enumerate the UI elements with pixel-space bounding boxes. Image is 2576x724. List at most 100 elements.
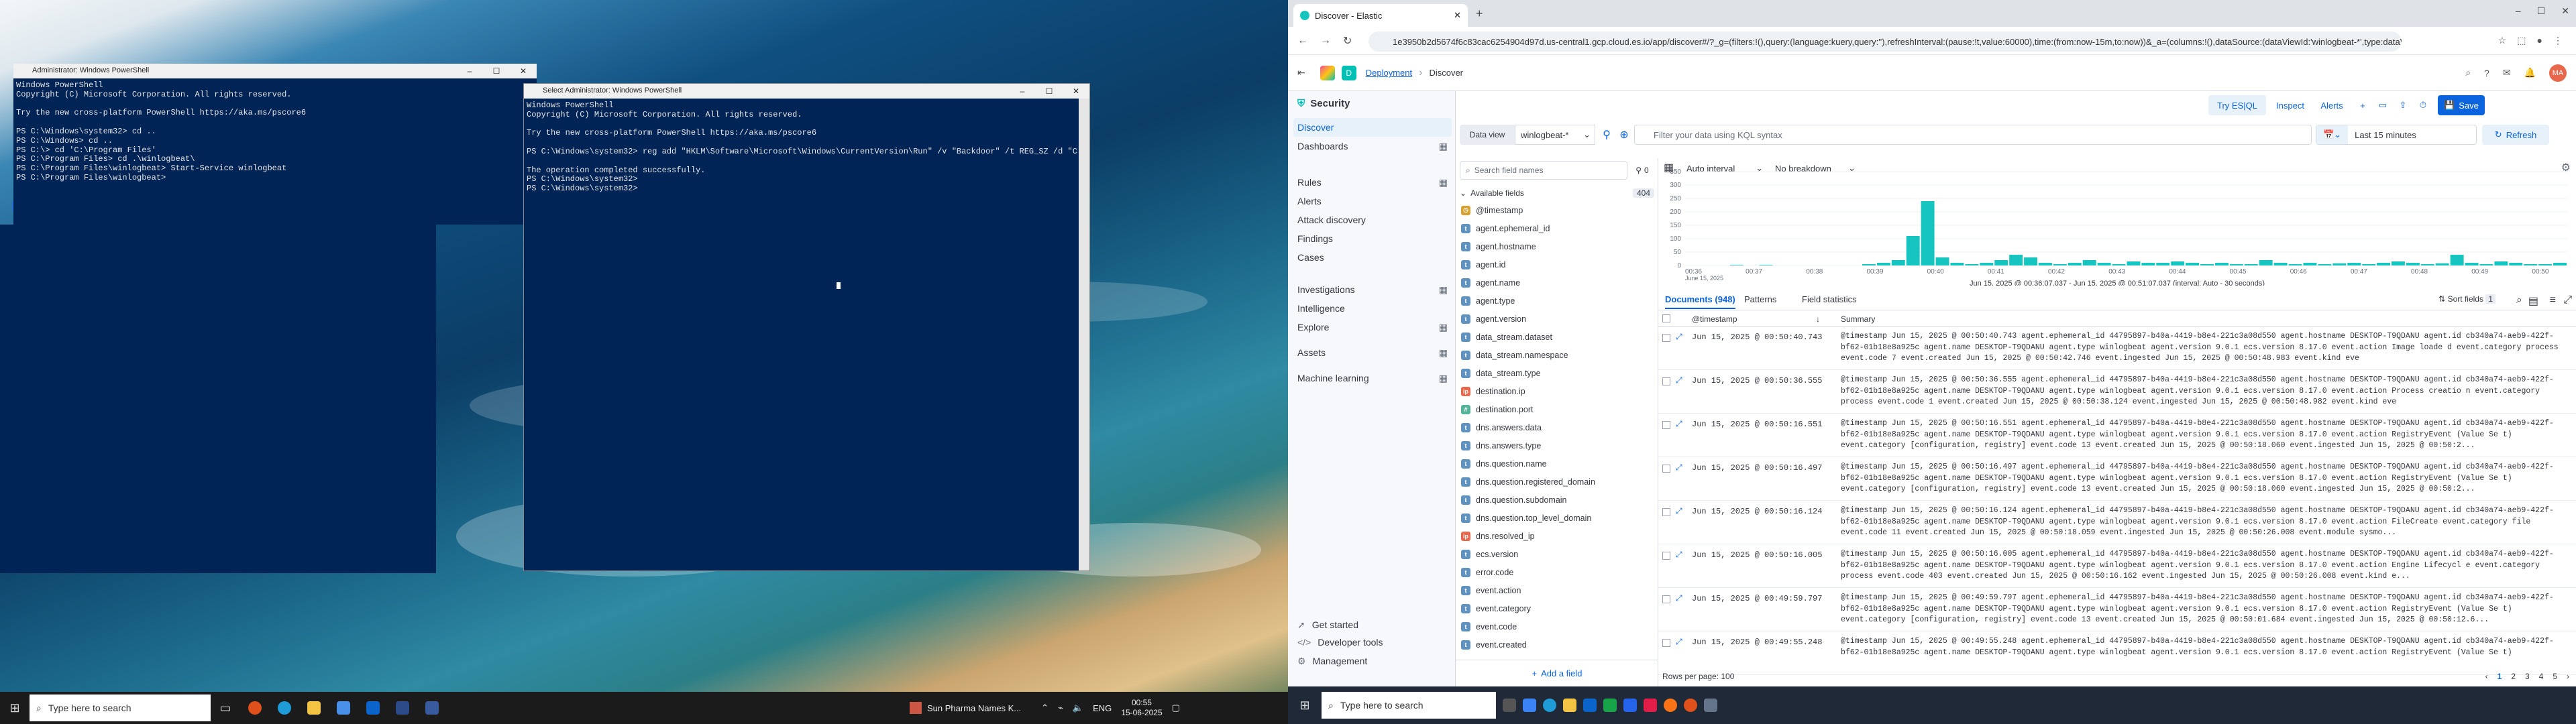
console-output[interactable]: Windows PowerShell Copyright (C) Microsof… [16,81,537,225]
field-item[interactable]: t dns.question.subdomain [1461,491,1656,509]
breadcrumb-deployment[interactable]: Deployment [1366,68,1412,78]
table-row[interactable]: ⤢ Jun 15, 2025 @ 00:50:40.743 @timestamp J… [1658,327,2576,370]
field-item[interactable]: t dns.answers.type [1461,436,1656,455]
profile-icon[interactable]: ● [2537,35,2542,46]
histogram-bar[interactable] [2377,263,2390,265]
edge-icon[interactable] [1543,699,1556,712]
windows-start-icon[interactable]: ⊞ [1288,689,1322,721]
histogram-bar[interactable] [1862,264,1876,265]
nav-item-assets[interactable]: Assets ▦ [1288,343,1456,362]
nav-item-get-started[interactable]: ➚ Get started [1288,615,1456,634]
tab-documents[interactable]: Documents (948) [1665,294,1735,309]
task-view-icon[interactable] [1503,699,1516,712]
grid-icon[interactable]: ▦ [1439,347,1448,359]
close-button[interactable]: ✕ [1063,84,1089,99]
field-search-input[interactable]: ⌕ Search field names [1460,161,1627,180]
nav-item-investigations[interactable]: Investigations ▦ [1288,280,1456,299]
field-filter-button[interactable]: ⚲ 0 [1629,161,1656,180]
row-checkbox[interactable] [1662,465,1670,473]
histogram-bar[interactable] [2465,263,2479,265]
minimize-button[interactable]: – [456,64,483,78]
chevron-up-icon[interactable]: ⌃ [1041,703,1049,713]
app-icon[interactable] [1523,699,1536,712]
histogram-bar[interactable] [2097,263,2111,265]
histogram-bar[interactable] [2479,264,2493,265]
histogram-bar[interactable] [2259,260,2273,265]
search-icon[interactable]: ⌕ [2465,67,2471,78]
solution-title[interactable]: ⛨ Security [1297,98,1350,109]
field-item[interactable]: t dns.question.top_level_domain [1461,509,1656,527]
histogram-bar[interactable] [2538,264,2553,265]
field-item[interactable]: t event.category [1461,599,1656,617]
refresh-button[interactable]: ↻ Refresh [2482,125,2549,145]
maximize-button[interactable]: ☐ [483,64,510,78]
maximize-button[interactable]: ☐ [1036,84,1063,99]
histogram-bar[interactable] [1891,260,1905,265]
close-button[interactable]: ✕ [510,64,537,78]
powershell-window-1[interactable]: Administrator: Windows PowerShell – ☐ ✕ … [13,64,537,225]
histogram-bar[interactable] [1994,260,2008,265]
page-number[interactable]: 3 [2525,672,2530,681]
data-view-picker[interactable]: winlogbeat-* ⌄ [1515,125,1595,145]
collapse-nav-icon[interactable]: ⇤ [1297,67,1305,78]
row-checkbox[interactable] [1662,508,1670,516]
store-icon[interactable] [329,692,358,724]
expand-icon[interactable]: ⤢ [1676,550,1682,560]
address-bar[interactable]: 1e3950b2d5674f6c83cac6254904d97d.us-cent… [1368,32,2402,52]
table-row[interactable]: ⤢ Jun 15, 2025 @ 00:49:59.797 @timestamp J… [1658,589,2576,631]
field-item[interactable]: t dns.question.registered_domain [1461,473,1656,491]
outlook-icon[interactable] [1583,699,1597,712]
field-item[interactable]: t ecs.version [1461,545,1656,563]
field-item[interactable]: t dns.answers.data [1461,418,1656,436]
date-picker[interactable]: 📅⌄ Last 15 minutes [2316,125,2477,145]
field-item[interactable]: t error.code [1461,563,1656,581]
minimize-button[interactable]: – [2516,5,2521,17]
close-tab-icon[interactable]: ✕ [1454,10,1461,21]
nav-item-rules[interactable]: Rules ▦ [1288,173,1456,192]
news-icon[interactable]: ✉ [2503,67,2511,78]
clock[interactable]: 00:55 15-06-2025 [1121,698,1162,718]
forward-icon[interactable]: → [1320,35,1331,47]
settings-icon[interactable]: ≡ [2550,294,2556,306]
app-icon[interactable] [1603,699,1617,712]
histogram-bar[interactable] [2244,264,2258,265]
prev-page-icon[interactable]: ‹ [2485,672,2488,681]
window-titlebar[interactable]: Select Administrator: Windows PowerShell… [524,84,1089,99]
page-number[interactable]: 4 [2539,672,2544,681]
new-icon[interactable]: + [2355,95,2371,115]
column-timestamp[interactable]: @timestamp [1692,314,1737,324]
histogram-bar[interactable] [2303,263,2317,265]
table-row[interactable]: ⤢ Jun 15, 2025 @ 00:50:16.124 @timestamp J… [1658,501,2576,544]
histogram-bar[interactable] [2127,261,2141,265]
select-all-checkbox[interactable] [1662,314,1670,322]
field-item[interactable]: t data_stream.dataset [1461,328,1656,346]
field-item[interactable]: t data_stream.type [1461,364,1656,382]
app-icon[interactable] [1623,699,1637,712]
open-icon[interactable]: ▭ [2375,95,2391,115]
task-view-icon[interactable]: ▭ [211,692,240,724]
field-item[interactable]: t agent.hostname [1461,237,1656,255]
search-icon[interactable]: ⌕ [2516,294,2522,306]
add-field-button[interactable]: + Add a field [1456,660,1658,686]
histogram-bar[interactable] [1935,257,1949,265]
expand-icon[interactable]: ⤢ [1676,637,1682,647]
notification-icon[interactable]: ▢ [1172,703,1180,713]
console-output[interactable]: Windows PowerShell Copyright (C) Microsof… [527,101,1089,570]
windows-start-icon[interactable]: ⊞ [0,692,30,724]
avatar[interactable]: MA [2549,64,2567,82]
field-item[interactable]: ip dns.resolved_ip [1461,527,1656,545]
nav-item-discover[interactable]: Discover [1293,118,1452,137]
new-tab-icon[interactable]: + [1476,7,1483,21]
back-icon[interactable]: ← [1297,35,1308,47]
nav-item-cases[interactable]: Cases [1288,248,1456,267]
rows-per-page[interactable]: Rows per page: 100 [1662,672,1734,681]
histogram-bar[interactable] [2215,263,2229,265]
expand-icon[interactable]: ⤢ [1676,375,1682,385]
nav-item-dashboards[interactable]: Dashboards ▦ [1288,137,1456,156]
help-icon[interactable]: ? [2484,68,2489,78]
expand-icon[interactable]: ⤢ [1676,506,1682,516]
app-icon[interactable] [1644,699,1657,712]
expand-icon[interactable]: ⤢ [1676,419,1682,429]
maximize-button[interactable]: ☐ [2537,5,2546,17]
expand-icon[interactable]: ⤢ [1676,463,1682,473]
